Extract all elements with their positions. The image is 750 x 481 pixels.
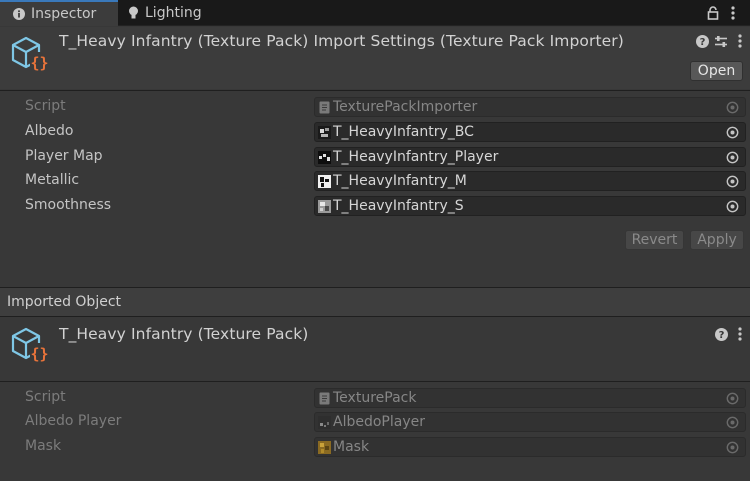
texture-thumb-icon — [318, 199, 331, 213]
prop-label-mask: Mask — [25, 438, 62, 454]
texture-thumb-icon — [318, 150, 331, 164]
field-value: Mask — [333, 439, 370, 455]
object-picker-icon[interactable] — [726, 126, 739, 139]
info-icon — [13, 8, 25, 20]
object-picker-icon[interactable] — [726, 392, 739, 405]
tab-lighting[interactable]: Lighting — [128, 0, 238, 26]
field-value: T_HeavyInfantry_M — [333, 173, 467, 189]
component-menu-kebab-icon[interactable] — [735, 326, 745, 342]
apply-button[interactable]: Apply — [690, 230, 744, 250]
window-tab-bar: Inspector Lighting — [0, 0, 750, 26]
prop-label-metallic: Metallic — [25, 172, 80, 188]
object-picker-icon[interactable] — [726, 175, 739, 188]
svg-text:{}: {} — [30, 54, 48, 72]
prop-label-player-map: Player Map — [25, 148, 103, 164]
albedo-object-field[interactable]: T_HeavyInfantry_BC — [314, 122, 746, 142]
importer-header: {} T_Heavy Infantry (Texture Pack) Impor… — [0, 27, 750, 89]
prop-label-script: Script — [25, 98, 66, 114]
script-asset-icon: {} — [11, 36, 51, 78]
svg-text:{}: {} — [30, 345, 48, 363]
imported-title: T_Heavy Infantry (Texture Pack) — [59, 325, 309, 343]
object-picker-icon[interactable] — [726, 151, 739, 164]
texture-thumb-icon — [318, 415, 331, 429]
texture-thumb-icon — [318, 440, 331, 454]
tab-inspector[interactable]: Inspector — [0, 0, 118, 26]
tab-label: Lighting — [145, 5, 202, 21]
open-button[interactable]: Open — [690, 61, 743, 81]
tab-label: Inspector — [31, 6, 97, 22]
help-icon[interactable]: ? — [714, 327, 728, 341]
script-object-field[interactable]: TexturePackImporter — [314, 97, 746, 117]
texture-thumb-icon — [318, 125, 331, 139]
prop-label-albedo-player: Albedo Player — [25, 413, 122, 429]
field-value: TexturePackImporter — [333, 99, 478, 115]
script-file-icon — [319, 392, 330, 404]
svg-text:?: ? — [718, 330, 724, 341]
tab-menu-kebab-icon[interactable] — [727, 4, 739, 22]
component-menu-kebab-icon[interactable] — [735, 33, 745, 49]
field-value: AlbedoPlayer — [333, 414, 425, 430]
header-divider — [0, 90, 750, 91]
metallic-object-field[interactable]: T_HeavyInfantry_M — [314, 171, 746, 191]
player-map-object-field[interactable]: T_HeavyInfantry_Player — [314, 147, 746, 167]
preset-sliders-icon[interactable] — [713, 34, 729, 48]
object-picker-icon[interactable] — [726, 416, 739, 429]
field-value: T_HeavyInfantry_BC — [333, 124, 474, 140]
importer-title: T_Heavy Infantry (Texture Pack) Import S… — [59, 32, 624, 50]
help-icon[interactable]: ? — [695, 34, 709, 48]
prop-label-albedo: Albedo — [25, 123, 74, 139]
revert-button[interactable]: Revert — [625, 230, 684, 250]
script-asset-icon: {} — [11, 327, 51, 369]
object-picker-icon[interactable] — [726, 101, 739, 114]
lock-icon[interactable] — [705, 4, 721, 22]
object-picker-icon[interactable] — [726, 200, 739, 213]
imported-divider — [0, 381, 750, 382]
script-file-icon — [319, 101, 330, 113]
prop-label-smoothness: Smoothness — [25, 197, 112, 213]
imported-object-header: Imported Object — [0, 287, 750, 317]
object-picker-icon[interactable] — [726, 441, 739, 454]
smoothness-object-field[interactable]: T_HeavyInfantry_S — [314, 196, 746, 216]
prop-label-script: Script — [25, 389, 66, 405]
field-value: T_HeavyInfantry_S — [333, 198, 464, 214]
mask-object-field[interactable]: Mask — [314, 437, 746, 457]
field-value: TexturePack — [333, 390, 417, 406]
svg-text:?: ? — [699, 37, 705, 48]
texture-thumb-icon — [318, 174, 331, 188]
field-value: T_HeavyInfantry_Player — [333, 149, 499, 165]
script-object-field[interactable]: TexturePack — [314, 388, 746, 408]
albedo-player-object-field[interactable]: AlbedoPlayer — [314, 412, 746, 432]
section-label: Imported Object — [7, 294, 122, 310]
lightbulb-icon — [128, 6, 139, 20]
